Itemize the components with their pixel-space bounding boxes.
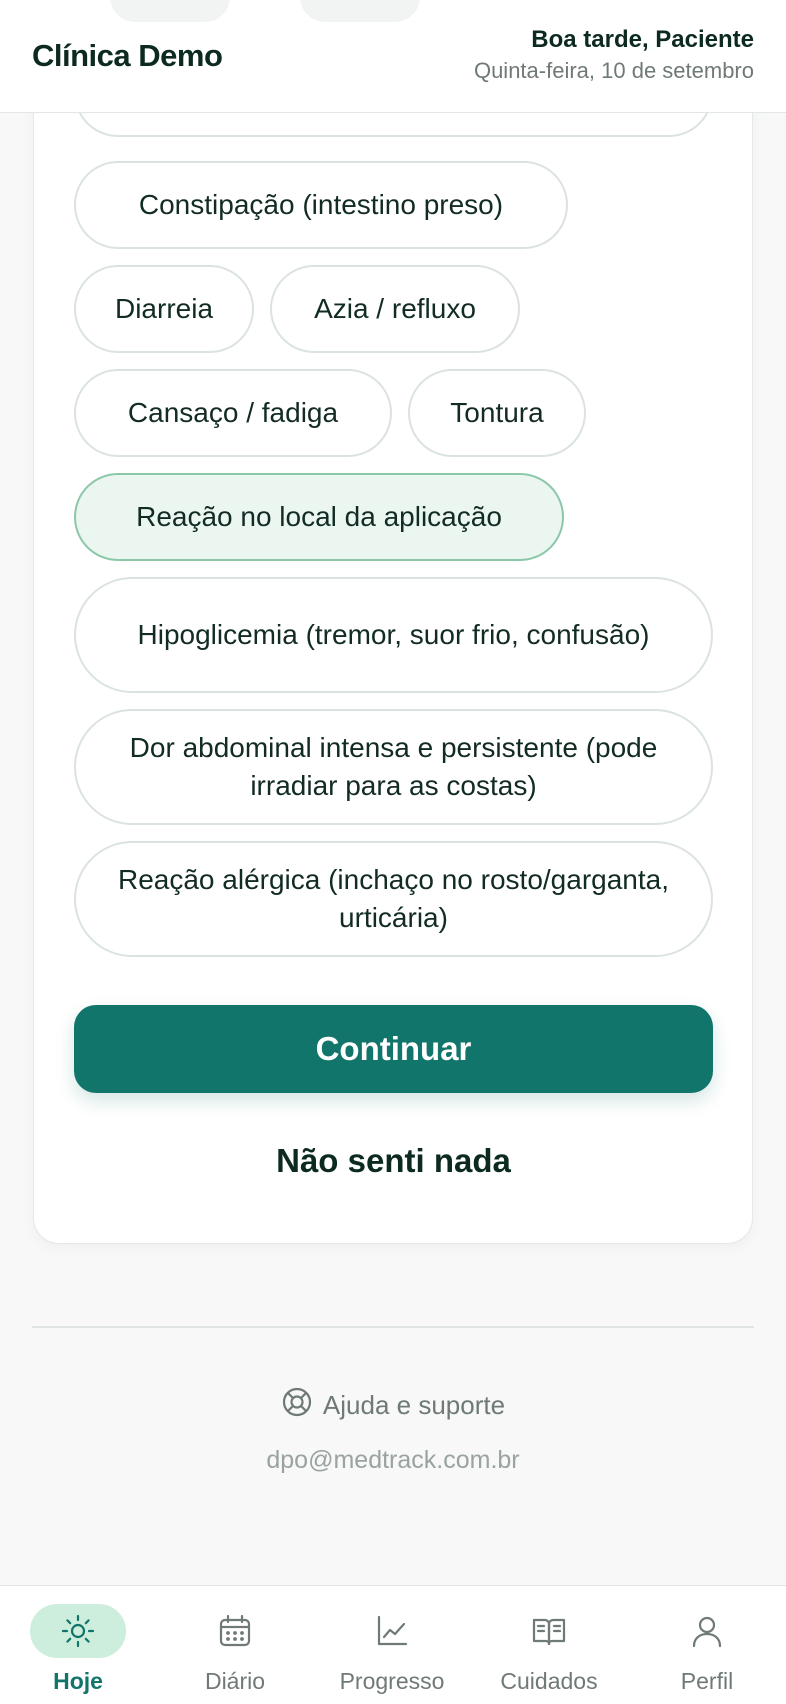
symptom-chip[interactable]: Cansaço / fadiga: [74, 369, 392, 457]
symptom-chip-selected[interactable]: Reação no local da aplicação: [74, 473, 564, 561]
symptom-chip[interactable]: Dor abdominal intensa e persistente (pod…: [74, 709, 713, 825]
symptom-chip[interactable]: Diarreia: [74, 265, 254, 353]
lifebuoy-icon: [281, 1386, 313, 1425]
app-screen: Vômito persistente (não retém líquidos) …: [0, 0, 786, 1704]
calendar-icon: [187, 1604, 283, 1658]
book-icon: [501, 1604, 597, 1658]
nav-label: Progresso: [339, 1668, 445, 1694]
help-label: Ajuda e suporte: [322, 1389, 506, 1420]
greeting-text: Boa tarde, Paciente: [531, 26, 754, 53]
nav-item-hoje[interactable]: Hoje: [8, 1604, 148, 1700]
symptom-chip[interactable]: Tontura: [408, 369, 586, 457]
nav-item-diario[interactable]: Diário: [165, 1604, 305, 1700]
symptom-chip[interactable]: Azia / refluxo: [270, 265, 520, 353]
symptoms-card: Vômito persistente (não retém líquidos) …: [33, 60, 753, 1244]
current-date: Quinta-feira, 10 de setembro: [473, 58, 754, 83]
sun-icon: [30, 1604, 126, 1658]
clinic-name: Clínica Demo: [32, 38, 223, 73]
scrolled-chip: [110, 0, 230, 22]
nav-item-cuidados[interactable]: Cuidados: [479, 1604, 619, 1700]
footer-divider: [32, 1326, 754, 1328]
nav-item-progresso[interactable]: Progresso: [322, 1604, 462, 1700]
no-symptoms-button[interactable]: Não senti nada: [74, 1131, 713, 1191]
help-support-link[interactable]: Ajuda e suporte: [0, 1383, 786, 1427]
nav-item-perfil[interactable]: Perfil: [637, 1604, 777, 1700]
scrolled-chip: [300, 0, 420, 22]
nav-label: Diário: [204, 1668, 266, 1694]
chart-icon: [344, 1604, 440, 1658]
nav-label: Hoje: [53, 1668, 103, 1694]
symptom-chip[interactable]: Reação alérgica (inchaço no rosto/gargan…: [74, 841, 713, 957]
app-header: Clínica Demo Boa tarde, Paciente Quinta-…: [0, 0, 786, 113]
nav-label: Perfil: [680, 1668, 734, 1694]
continue-button[interactable]: Continuar: [74, 1005, 713, 1093]
user-icon: [659, 1604, 755, 1658]
greeting-block: Boa tarde, Paciente Quinta-feira, 10 de …: [474, 26, 754, 84]
symptom-chip[interactable]: Constipação (intestino preso): [74, 161, 568, 249]
contact-email[interactable]: dpo@medtrack.com.br: [0, 1446, 786, 1475]
symptom-chip[interactable]: Hipoglicemia (tremor, suor frio, confusã…: [74, 577, 713, 693]
bottom-nav: Hoje Diário Progresso Cuidados Perfil: [0, 1585, 786, 1704]
nav-label: Cuidados: [500, 1668, 598, 1694]
